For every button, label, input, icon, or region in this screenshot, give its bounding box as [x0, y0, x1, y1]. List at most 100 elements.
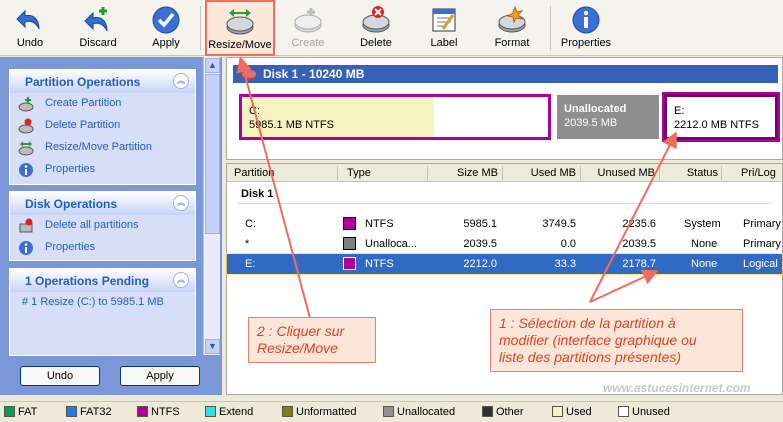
col-used-header[interactable]: Used MB — [531, 167, 576, 179]
pending-operation-item[interactable]: # 1 Resize (C:) to 5985.1 MB — [10, 292, 195, 314]
table-header: Partition Type Size MB Used MB Unused MB… — [227, 164, 782, 182]
task-pane-scrollbar[interactable]: ▲ ▼ — [203, 57, 220, 355]
scroll-up-icon[interactable]: ▲ — [205, 58, 220, 73]
info-icon — [19, 241, 33, 255]
discard-button[interactable]: Discard — [68, 0, 128, 56]
table-row-selected[interactable]: E: NTFS 2212.0 33.3 2178.7 None Logical — [226, 253, 783, 275]
legend-fat32: FAT32 — [66, 406, 112, 418]
undo-button[interactable]: Undo — [0, 0, 60, 56]
scroll-down-icon[interactable]: ▼ — [205, 339, 220, 354]
legend-other: Other — [482, 406, 524, 418]
partition-c[interactable]: C: 5985.1 MB NTFS — [239, 94, 551, 140]
watermark: www.astucesinternet.com — [603, 381, 751, 395]
table-group-row[interactable]: Disk 1 — [227, 184, 782, 204]
column-separator[interactable] — [502, 166, 503, 180]
pending-operations-panel: 1 Operations Pending ︽ # 1 Resize (C:) t… — [9, 268, 196, 356]
checkmark-icon — [152, 6, 180, 34]
info-icon — [19, 163, 33, 177]
disk-icon — [242, 70, 256, 80]
panel-header[interactable]: Disk Operations ︽ — [10, 192, 195, 215]
unformatted-swatch — [282, 406, 293, 417]
discard-arrow-icon — [84, 7, 108, 32]
resize-move-icon — [226, 9, 254, 35]
disk-map: Disk 1 - 10240 MB C: 5985.1 MB NTFS Unal… — [226, 57, 783, 160]
undo-pending-button[interactable]: Undo — [20, 366, 100, 386]
disk-header[interactable]: Disk 1 - 10240 MB — [233, 65, 778, 83]
collapse-icon[interactable]: ︽ — [173, 195, 189, 211]
col-unused-header[interactable]: Unused MB — [598, 167, 655, 179]
collapse-icon[interactable]: ︽ — [173, 272, 189, 288]
partition-properties-link[interactable]: Properties — [10, 159, 195, 181]
fat-swatch — [4, 406, 15, 417]
create-partition-icon — [18, 97, 34, 112]
legend-unused: Unused — [618, 406, 670, 418]
collapse-icon[interactable]: ︽ — [173, 73, 189, 89]
ntfs-swatch — [137, 406, 148, 417]
info-icon — [572, 6, 600, 34]
column-separator[interactable] — [580, 166, 581, 180]
delete-partition-icon — [18, 118, 34, 134]
label-button[interactable]: Label — [416, 0, 472, 56]
apply-pending-button[interactable]: Apply — [120, 366, 200, 386]
delete-all-partitions-link[interactable]: Delete all partitions — [10, 215, 195, 237]
column-separator[interactable] — [427, 166, 428, 180]
delete-all-icon — [19, 218, 33, 233]
create-button[interactable]: Create — [282, 0, 334, 56]
scroll-thumb[interactable] — [205, 74, 220, 234]
col-size-header[interactable]: Size MB — [457, 167, 498, 179]
delete-partition-link[interactable]: Delete Partition — [10, 115, 195, 137]
type-color-swatch — [343, 237, 356, 250]
table-row[interactable]: C: NTFS 5985.1 3749.5 2235.6 System Prim… — [227, 214, 782, 234]
disk-operations-panel: Disk Operations ︽ Delete all partitions … — [9, 191, 196, 261]
used-swatch — [552, 406, 563, 417]
col-partition-header[interactable]: Partition — [234, 167, 274, 179]
legend-used: Used — [552, 406, 592, 418]
panel-header[interactable]: Partition Operations ︽ — [10, 70, 195, 93]
legend-fat: FAT — [4, 406, 37, 418]
used-space-fill — [242, 97, 434, 137]
legend-unformatted: Unformatted — [282, 406, 357, 418]
column-separator[interactable] — [721, 166, 722, 180]
format-disk-icon — [498, 5, 526, 33]
partition-e[interactable]: E: 2212.0 MB NTFS — [662, 92, 780, 142]
partition-unallocated[interactable]: Unallocated 2039.5 MB — [556, 94, 660, 140]
type-color-swatch — [343, 217, 356, 230]
delete-disk-icon — [362, 6, 390, 33]
col-type-header[interactable]: Type — [347, 167, 371, 179]
partition-operations-panel: Partition Operations ︽ Create Partition … — [9, 69, 196, 185]
unused-swatch — [618, 406, 629, 417]
create-disk-icon — [294, 8, 322, 33]
legend: FAT FAT32 NTFS Extend Unformatted Unallo… — [0, 401, 783, 422]
toolbar: Undo Discard Apply Resize/Move Create De… — [0, 0, 783, 56]
properties-button[interactable]: Properties — [556, 0, 616, 56]
disk-properties-link[interactable]: Properties — [10, 237, 195, 259]
legend-unallocated: Unallocated — [383, 406, 455, 418]
table-row[interactable]: * Unalloca... 2039.5 0.0 2039.5 None Pri… — [227, 234, 782, 254]
resize-move-partition-link[interactable]: Resize/Move Partition — [10, 137, 195, 159]
col-prilog-header[interactable]: Pri/Log — [741, 167, 776, 179]
type-color-swatch — [343, 257, 356, 270]
legend-ntfs: NTFS — [137, 406, 180, 418]
resize-move-button[interactable]: Resize/Move — [205, 0, 275, 56]
fat32-swatch — [66, 406, 77, 417]
delete-button[interactable]: Delete — [348, 0, 404, 56]
format-button[interactable]: Format — [484, 0, 540, 56]
annotation-step-1: 1 : Sélection de la partition à modifier… — [490, 309, 743, 372]
toolbar-separator — [550, 6, 551, 50]
panel-header[interactable]: 1 Operations Pending ︽ — [10, 269, 195, 292]
apply-button[interactable]: Apply — [136, 0, 196, 56]
column-separator[interactable] — [659, 166, 660, 180]
legend-extend: Extend — [205, 406, 253, 418]
extend-swatch — [205, 406, 216, 417]
column-separator[interactable] — [337, 166, 338, 180]
undo-arrow-icon — [16, 9, 40, 30]
resize-partition-icon — [18, 141, 34, 156]
group-divider — [237, 203, 772, 204]
unallocated-swatch — [383, 406, 394, 417]
create-partition-link[interactable]: Create Partition — [10, 93, 195, 115]
toolbar-separator — [200, 6, 201, 50]
col-status-header[interactable]: Status — [687, 167, 718, 179]
label-icon — [432, 8, 456, 32]
annotation-step-2: 2 : Cliquer sur Resize/Move — [248, 317, 376, 363]
other-swatch — [482, 406, 493, 417]
